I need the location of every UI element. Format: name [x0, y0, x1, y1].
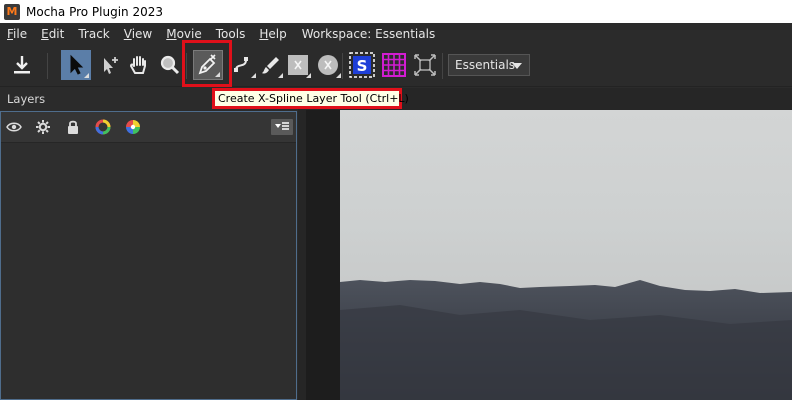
color-wheel-icon[interactable] [125, 119, 141, 135]
toolbar-separator [342, 53, 343, 79]
add-point-tool-icon[interactable] [95, 50, 125, 80]
color-ring-icon[interactable] [95, 119, 111, 135]
menu-file[interactable]: File [0, 27, 34, 41]
svg-text:S: S [357, 57, 368, 75]
viewer-border [306, 110, 340, 400]
expand-arrows-icon[interactable] [410, 50, 440, 80]
hand-pan-tool-icon[interactable] [124, 50, 154, 80]
mocha-app-icon: M [4, 3, 20, 20]
bezier-spline-tool-icon[interactable] [228, 50, 258, 80]
lock-icon[interactable] [65, 119, 81, 135]
grid-tool-icon[interactable] [379, 50, 409, 80]
layers-panel[interactable] [0, 111, 297, 400]
main-toolbar: S [0, 45, 792, 87]
x-ellipse-tool-icon[interactable] [313, 50, 343, 80]
select-tool-arrow-icon[interactable] [61, 50, 91, 80]
viewer-canvas[interactable] [340, 110, 792, 400]
chevron-down-icon [512, 63, 522, 69]
magnifier-zoom-icon[interactable] [155, 50, 185, 80]
window-title: Mocha Pro Plugin 2023 [26, 4, 164, 19]
toolbar-separator [442, 53, 443, 79]
toolbar-separator [47, 53, 48, 79]
layers-icon-bar [1, 112, 296, 143]
x-rectangle-tool-icon[interactable] [283, 50, 313, 80]
eye-icon[interactable] [6, 119, 22, 135]
download-icon[interactable] [7, 50, 37, 80]
menu-tools[interactable]: Tools [209, 27, 253, 41]
tooltip: Create X-Spline Layer Tool (Ctrl+L) [212, 88, 409, 109]
panel-menu-icon[interactable] [271, 119, 293, 135]
gear-icon[interactable] [35, 119, 51, 135]
mountain-image [340, 280, 792, 400]
workspace-dropdown[interactable]: Essentials [448, 54, 530, 76]
panel-splitter[interactable] [298, 88, 306, 400]
menu-edit[interactable]: Edit [34, 27, 71, 41]
highlight-box [182, 40, 232, 87]
menu-view[interactable]: View [117, 27, 159, 41]
menu-help[interactable]: Help [252, 27, 293, 41]
brush-tool-icon[interactable] [255, 50, 285, 80]
menu-movie[interactable]: Movie [159, 27, 209, 41]
menu-workspace[interactable]: Workspace: Essentials [294, 27, 443, 41]
title-bar: M Mocha Pro Plugin 2023 [0, 0, 792, 23]
workspace-dropdown-value: Essentials [455, 58, 516, 72]
surface-tool-icon[interactable]: S [347, 50, 377, 80]
menu-bar: File Edit Track View Movie Tools Help Wo… [0, 23, 792, 45]
menu-track[interactable]: Track [71, 27, 116, 41]
